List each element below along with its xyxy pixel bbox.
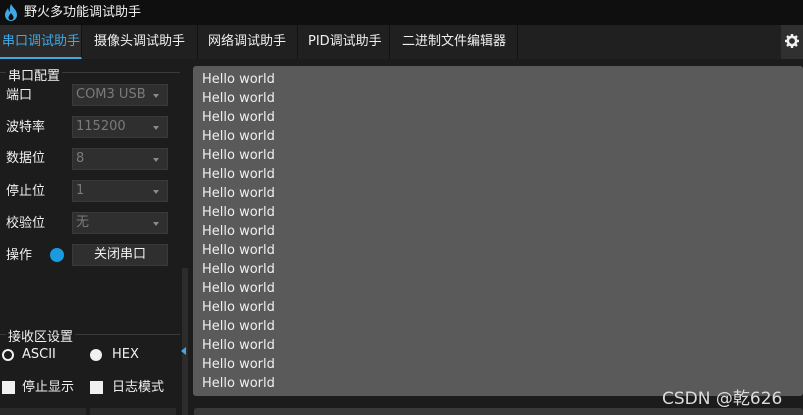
receive-line: Hello world — [202, 319, 275, 334]
hex-radio[interactable] — [90, 349, 102, 361]
receive-line: Hello world — [202, 300, 275, 315]
tab-camera-assistant[interactable]: 摄像头调试助手 — [88, 25, 198, 59]
stopbits-label: 停止位 — [6, 184, 46, 199]
ascii-radio[interactable] — [2, 349, 14, 361]
receive-line: Hello world — [202, 186, 275, 201]
chevron-down-icon — [153, 126, 159, 130]
watermark: CSDN @乾626 — [662, 389, 783, 409]
baud-select[interactable]: 115200 — [72, 116, 168, 138]
chevron-down-icon — [153, 190, 159, 194]
left-panel: 串口配置 端口 COM3 USB 波特率 115200 数据位 8 停止位 1 … — [0, 59, 180, 415]
stop-display-label: 停止显示 — [22, 380, 75, 395]
receive-line: Hello world — [202, 357, 275, 372]
receive-line: Hello world — [202, 376, 275, 391]
receive-line: Hello world — [202, 129, 275, 144]
log-mode-label: 日志模式 — [112, 380, 165, 395]
receive-line: Hello world — [202, 91, 275, 106]
close-port-button[interactable]: 关闭串口 — [72, 244, 168, 266]
chevron-down-icon — [153, 94, 159, 98]
receive-line: Hello world — [202, 243, 275, 258]
receive-line: Hello world — [202, 167, 275, 182]
tab-pid-assistant[interactable]: PID调试助手 — [302, 25, 390, 59]
tab-binary-editor[interactable]: 二进制文件编辑器 — [396, 25, 518, 59]
left-bottom-button[interactable] — [90, 408, 176, 415]
tab-bar: 串口调试助手 摄像头调试助手 网络调试助手 PID调试助手 二进制文件编辑器 — [0, 25, 803, 59]
tab-network-assistant[interactable]: 网络调试助手 — [202, 25, 298, 59]
connection-status-indicator — [50, 248, 64, 262]
receive-area[interactable]: Hello world Hello world Hello world Hello w… — [193, 66, 803, 396]
port-value: COM3 USB — [76, 87, 146, 102]
operation-label: 操作 — [6, 248, 33, 263]
tab-serial-assistant[interactable]: 串口调试助手 — [0, 25, 82, 59]
databits-value: 8 — [76, 151, 85, 166]
receive-line: Hello world — [202, 205, 275, 220]
left-bottom-button[interactable] — [0, 408, 86, 415]
chevron-down-icon — [153, 222, 159, 226]
receive-line: Hello world — [202, 281, 275, 296]
databits-select[interactable]: 8 — [72, 148, 168, 170]
stopbits-value: 1 — [76, 183, 85, 198]
serial-config-title: 串口配置 — [6, 65, 63, 84]
collapse-arrow-icon[interactable] — [181, 347, 186, 355]
port-label: 端口 — [6, 88, 33, 103]
chevron-down-icon — [153, 158, 159, 162]
databits-label: 数据位 — [6, 151, 46, 166]
parity-value: 无 — [76, 215, 90, 230]
parity-select[interactable]: 无 — [72, 212, 168, 234]
app-title: 野火多功能调试助手 — [24, 5, 142, 20]
receive-line: Hello world — [202, 224, 275, 239]
settings-button[interactable] — [781, 25, 803, 59]
port-select[interactable]: COM3 USB — [72, 84, 168, 106]
parity-label: 校验位 — [6, 216, 46, 231]
hex-label: HEX — [112, 347, 139, 362]
left-panel-scrollbar[interactable] — [182, 268, 188, 415]
receive-line: Hello world — [202, 148, 275, 163]
receive-line: Hello world — [202, 110, 275, 125]
flame-logo-icon — [5, 4, 17, 21]
receive-line: Hello world — [202, 262, 275, 277]
receive-line: Hello world — [202, 72, 275, 87]
stopbits-select[interactable]: 1 — [72, 180, 168, 202]
baud-value: 115200 — [76, 119, 126, 134]
baud-label: 波特率 — [6, 120, 46, 135]
send-area[interactable] — [194, 408, 803, 415]
receive-settings-title: 接收区设置 — [6, 326, 76, 345]
title-bar: 野火多功能调试助手 — [0, 0, 803, 25]
stop-display-checkbox[interactable] — [2, 381, 15, 394]
receive-line: Hello world — [202, 338, 275, 353]
log-mode-checkbox[interactable] — [90, 381, 103, 394]
ascii-label: ASCII — [22, 347, 56, 362]
gear-icon — [785, 34, 799, 48]
